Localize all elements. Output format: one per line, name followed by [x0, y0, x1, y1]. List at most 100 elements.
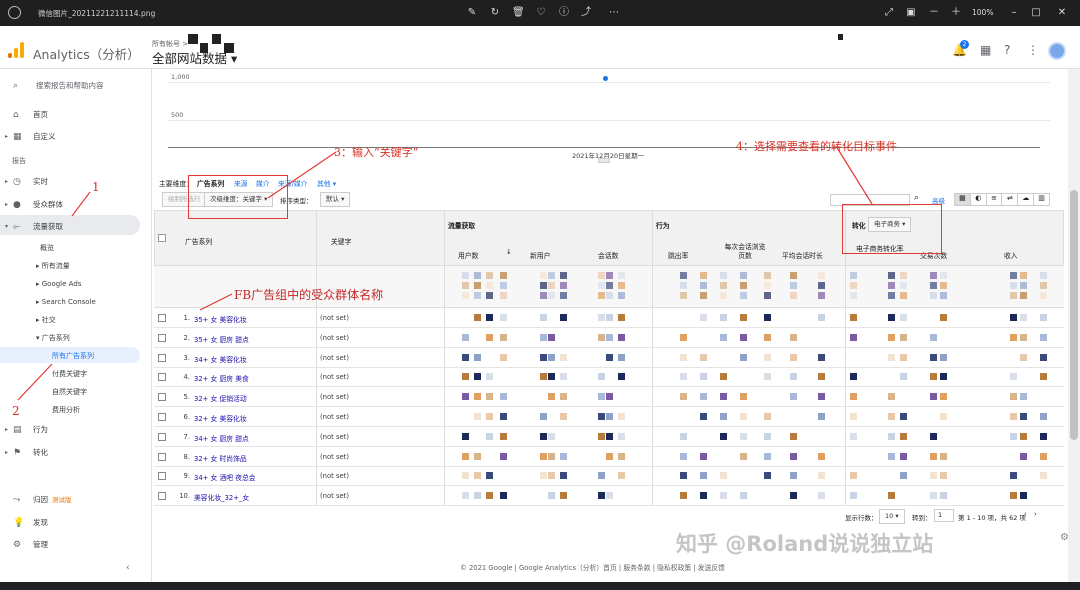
dim-other[interactable]: 其他 ▾	[317, 178, 336, 188]
row-checkbox[interactable]	[158, 492, 166, 501]
sort-type-select[interactable]: 默认 ▾	[320, 192, 351, 207]
campaign-link[interactable]: 35+ 女 美容化妆	[194, 314, 247, 324]
apps-grid-icon[interactable]: ▦	[980, 43, 991, 57]
info-icon[interactable]: ⓘ	[558, 6, 570, 19]
campaign-link[interactable]: 34+ 女 酒吧 夜总会	[194, 472, 256, 482]
avatar[interactable]	[1048, 42, 1066, 60]
chart-resize-handle[interactable]	[598, 158, 610, 163]
campaign-link[interactable]: 32+ 女 促销活动	[194, 393, 247, 403]
table-row[interactable]: 8. 32+ 女 时尚饰品 (not set)	[154, 447, 1064, 467]
sidebar-item-search-console[interactable]: ▸ Search Console	[36, 294, 96, 310]
scrollbar-thumb[interactable]	[1070, 190, 1078, 440]
prev-page-icon[interactable]: ‹	[1024, 510, 1027, 518]
sidebar-item-attribution[interactable]: ⤳ 归因 测试版	[0, 491, 152, 509]
table-row[interactable]: 5. 32+ 女 促销活动 (not set)	[154, 387, 1064, 408]
sidebar-item-conversions[interactable]: ▸ ⚑ 转化	[0, 444, 152, 462]
chart-data-point[interactable]	[603, 76, 608, 81]
pivot-view-icon[interactable]: ▥	[1034, 194, 1049, 205]
sidebar-item-realtime[interactable]: ▸ ◷ 实时	[0, 173, 152, 191]
col-new-users[interactable]: 新用户	[530, 250, 550, 260]
campaign-link[interactable]: 美容化妆_32+_女	[194, 492, 249, 502]
select-all-checkbox[interactable]	[158, 234, 166, 242]
sidebar-item-google-ads[interactable]: ▸ Google Ads	[36, 276, 81, 292]
sidebar-item-campaigns[interactable]: ▾ 广告系列	[36, 330, 70, 346]
col-revenue[interactable]: 收入	[1004, 250, 1018, 260]
maximize-icon[interactable]: □	[1030, 6, 1042, 19]
more-icon[interactable]: ⋯	[608, 6, 620, 19]
sidebar-item-custom[interactable]: ▸ ▦ 自定义	[0, 128, 152, 146]
col-users[interactable]: 用户数	[458, 250, 478, 260]
sidebar-item-all-traffic[interactable]: ▸ 所有流量	[36, 258, 70, 274]
col-avg-duration[interactable]: 平均会话时长	[782, 250, 823, 260]
performance-view-icon[interactable]: ≡	[987, 194, 1003, 205]
sidebar-item-behavior[interactable]: ▸ ▤ 行为	[0, 421, 152, 439]
table-row[interactable]: 9. 34+ 女 酒吧 夜总会 (not set)	[154, 466, 1064, 487]
favorite-icon[interactable]: ♡	[535, 6, 547, 19]
annotation-box-conversion	[842, 204, 942, 254]
keyword-cell: (not set)	[320, 393, 349, 402]
table-row[interactable]: 10. 美容化妆_32+_女 (not set)	[154, 486, 1064, 507]
sidebar-item-home[interactable]: ⌂ 首页	[0, 106, 152, 124]
delete-icon[interactable]: 🗑	[512, 6, 525, 19]
edit-icon[interactable]: ✎	[466, 6, 478, 19]
table-row[interactable]: 7. 34+ 女 厨房 甜点 (not set)	[154, 427, 1064, 447]
col-campaign[interactable]: 广告系列	[185, 236, 212, 246]
sidebar-item-cost-analysis[interactable]: 费用分析	[52, 402, 80, 418]
goto-page-input[interactable]: 1	[934, 509, 954, 522]
row-checkbox[interactable]	[158, 333, 166, 342]
zoom-out-icon[interactable]: －	[928, 6, 940, 19]
col-keyword[interactable]: 关键字	[331, 236, 351, 246]
zoom-in-icon[interactable]: ＋	[950, 6, 962, 19]
campaign-link[interactable]: 32+ 女 美容化妆	[194, 413, 247, 423]
row-checkbox[interactable]	[158, 452, 166, 461]
sidebar-item-organic-keywords[interactable]: 自然关键字	[52, 384, 87, 400]
row-checkbox[interactable]	[158, 393, 166, 402]
sidebar-item-all-campaigns[interactable]: 所有广告系列	[52, 348, 94, 364]
campaign-link[interactable]: 32+ 女 时尚饰品	[194, 453, 247, 463]
minimize-icon[interactable]: –	[1008, 6, 1020, 19]
share-icon[interactable]: ⤴	[580, 6, 592, 19]
col-pages-per-session[interactable]: 每次会话浏览页数	[722, 243, 768, 261]
sidebar-item-social[interactable]: ▸ 社交	[36, 312, 56, 328]
table-row[interactable]: 2. 35+ 女 厨房 甜点 (not set)	[154, 328, 1064, 348]
fullscreen-icon[interactable]: ⤢	[883, 6, 895, 19]
table-row[interactable]: 3. 34+ 女 美容化妆 (not set)	[154, 348, 1064, 368]
sidebar-item-discover[interactable]: 💡 发现	[0, 514, 152, 532]
table-row[interactable]: 1. 35+ 女 美容化妆 (not set)	[154, 308, 1064, 328]
close-icon[interactable]: ✕	[1056, 6, 1068, 19]
sidebar-item-admin[interactable]: ⚙ 管理	[0, 536, 152, 554]
row-checkbox[interactable]	[158, 373, 166, 382]
col-bounce-rate[interactable]: 跳出率	[668, 250, 688, 260]
rows-per-page-select[interactable]: 10 ▾	[879, 509, 905, 524]
table-view-icon[interactable]: ▦	[955, 194, 971, 205]
sort-desc-icon[interactable]: ↓	[506, 248, 512, 256]
sidebar-item-audience[interactable]: ▸ ● 受众群体	[0, 196, 152, 214]
row-checkbox[interactable]	[158, 472, 166, 481]
campaign-link[interactable]: 34+ 女 美容化妆	[194, 354, 247, 364]
row-checkbox[interactable]	[158, 353, 166, 362]
col-sessions[interactable]: 会话数	[598, 250, 618, 260]
rotate-icon[interactable]: ↻	[489, 6, 501, 19]
sidebar-item-paid-keywords[interactable]: 付费关键字	[52, 366, 87, 382]
row-checkbox[interactable]	[158, 413, 166, 421]
term-cloud-view-icon[interactable]: ☁	[1018, 194, 1035, 205]
table-row[interactable]: 4. 32+ 女 厨房 美食 (not set)	[154, 367, 1064, 388]
search-icon[interactable]: ⌕	[914, 193, 919, 203]
fit-icon[interactable]: ▣	[905, 6, 917, 19]
campaign-link[interactable]: 35+ 女 厨房 甜点	[194, 334, 249, 344]
search-reports[interactable]: ⌕ 搜索报告和帮助内容	[0, 77, 152, 95]
sidebar-item-overview[interactable]: 概览	[40, 240, 54, 256]
table-row[interactable]: 6. 32+ 女 美容化妆 (not set)	[154, 407, 1064, 427]
more-vert-icon[interactable]: ⋮	[1027, 43, 1039, 57]
campaign-link[interactable]: 32+ 女 厨房 美食	[194, 373, 249, 383]
help-icon[interactable]: ?	[1004, 43, 1010, 57]
sidebar-item-acquisition[interactable]: ▾ ⟜ 流量获取	[0, 218, 152, 236]
campaign-link[interactable]: 34+ 女 厨房 甜点	[194, 433, 249, 443]
next-page-icon[interactable]: ›	[1034, 510, 1037, 518]
pie-view-icon[interactable]: ◐	[971, 194, 987, 205]
row-checkbox[interactable]	[158, 314, 166, 322]
comparison-view-icon[interactable]: ⇌	[1002, 194, 1019, 205]
row-checkbox[interactable]	[158, 432, 166, 441]
pixelated-metric	[486, 432, 493, 440]
collapse-sidebar-icon[interactable]: ‹	[126, 563, 130, 573]
